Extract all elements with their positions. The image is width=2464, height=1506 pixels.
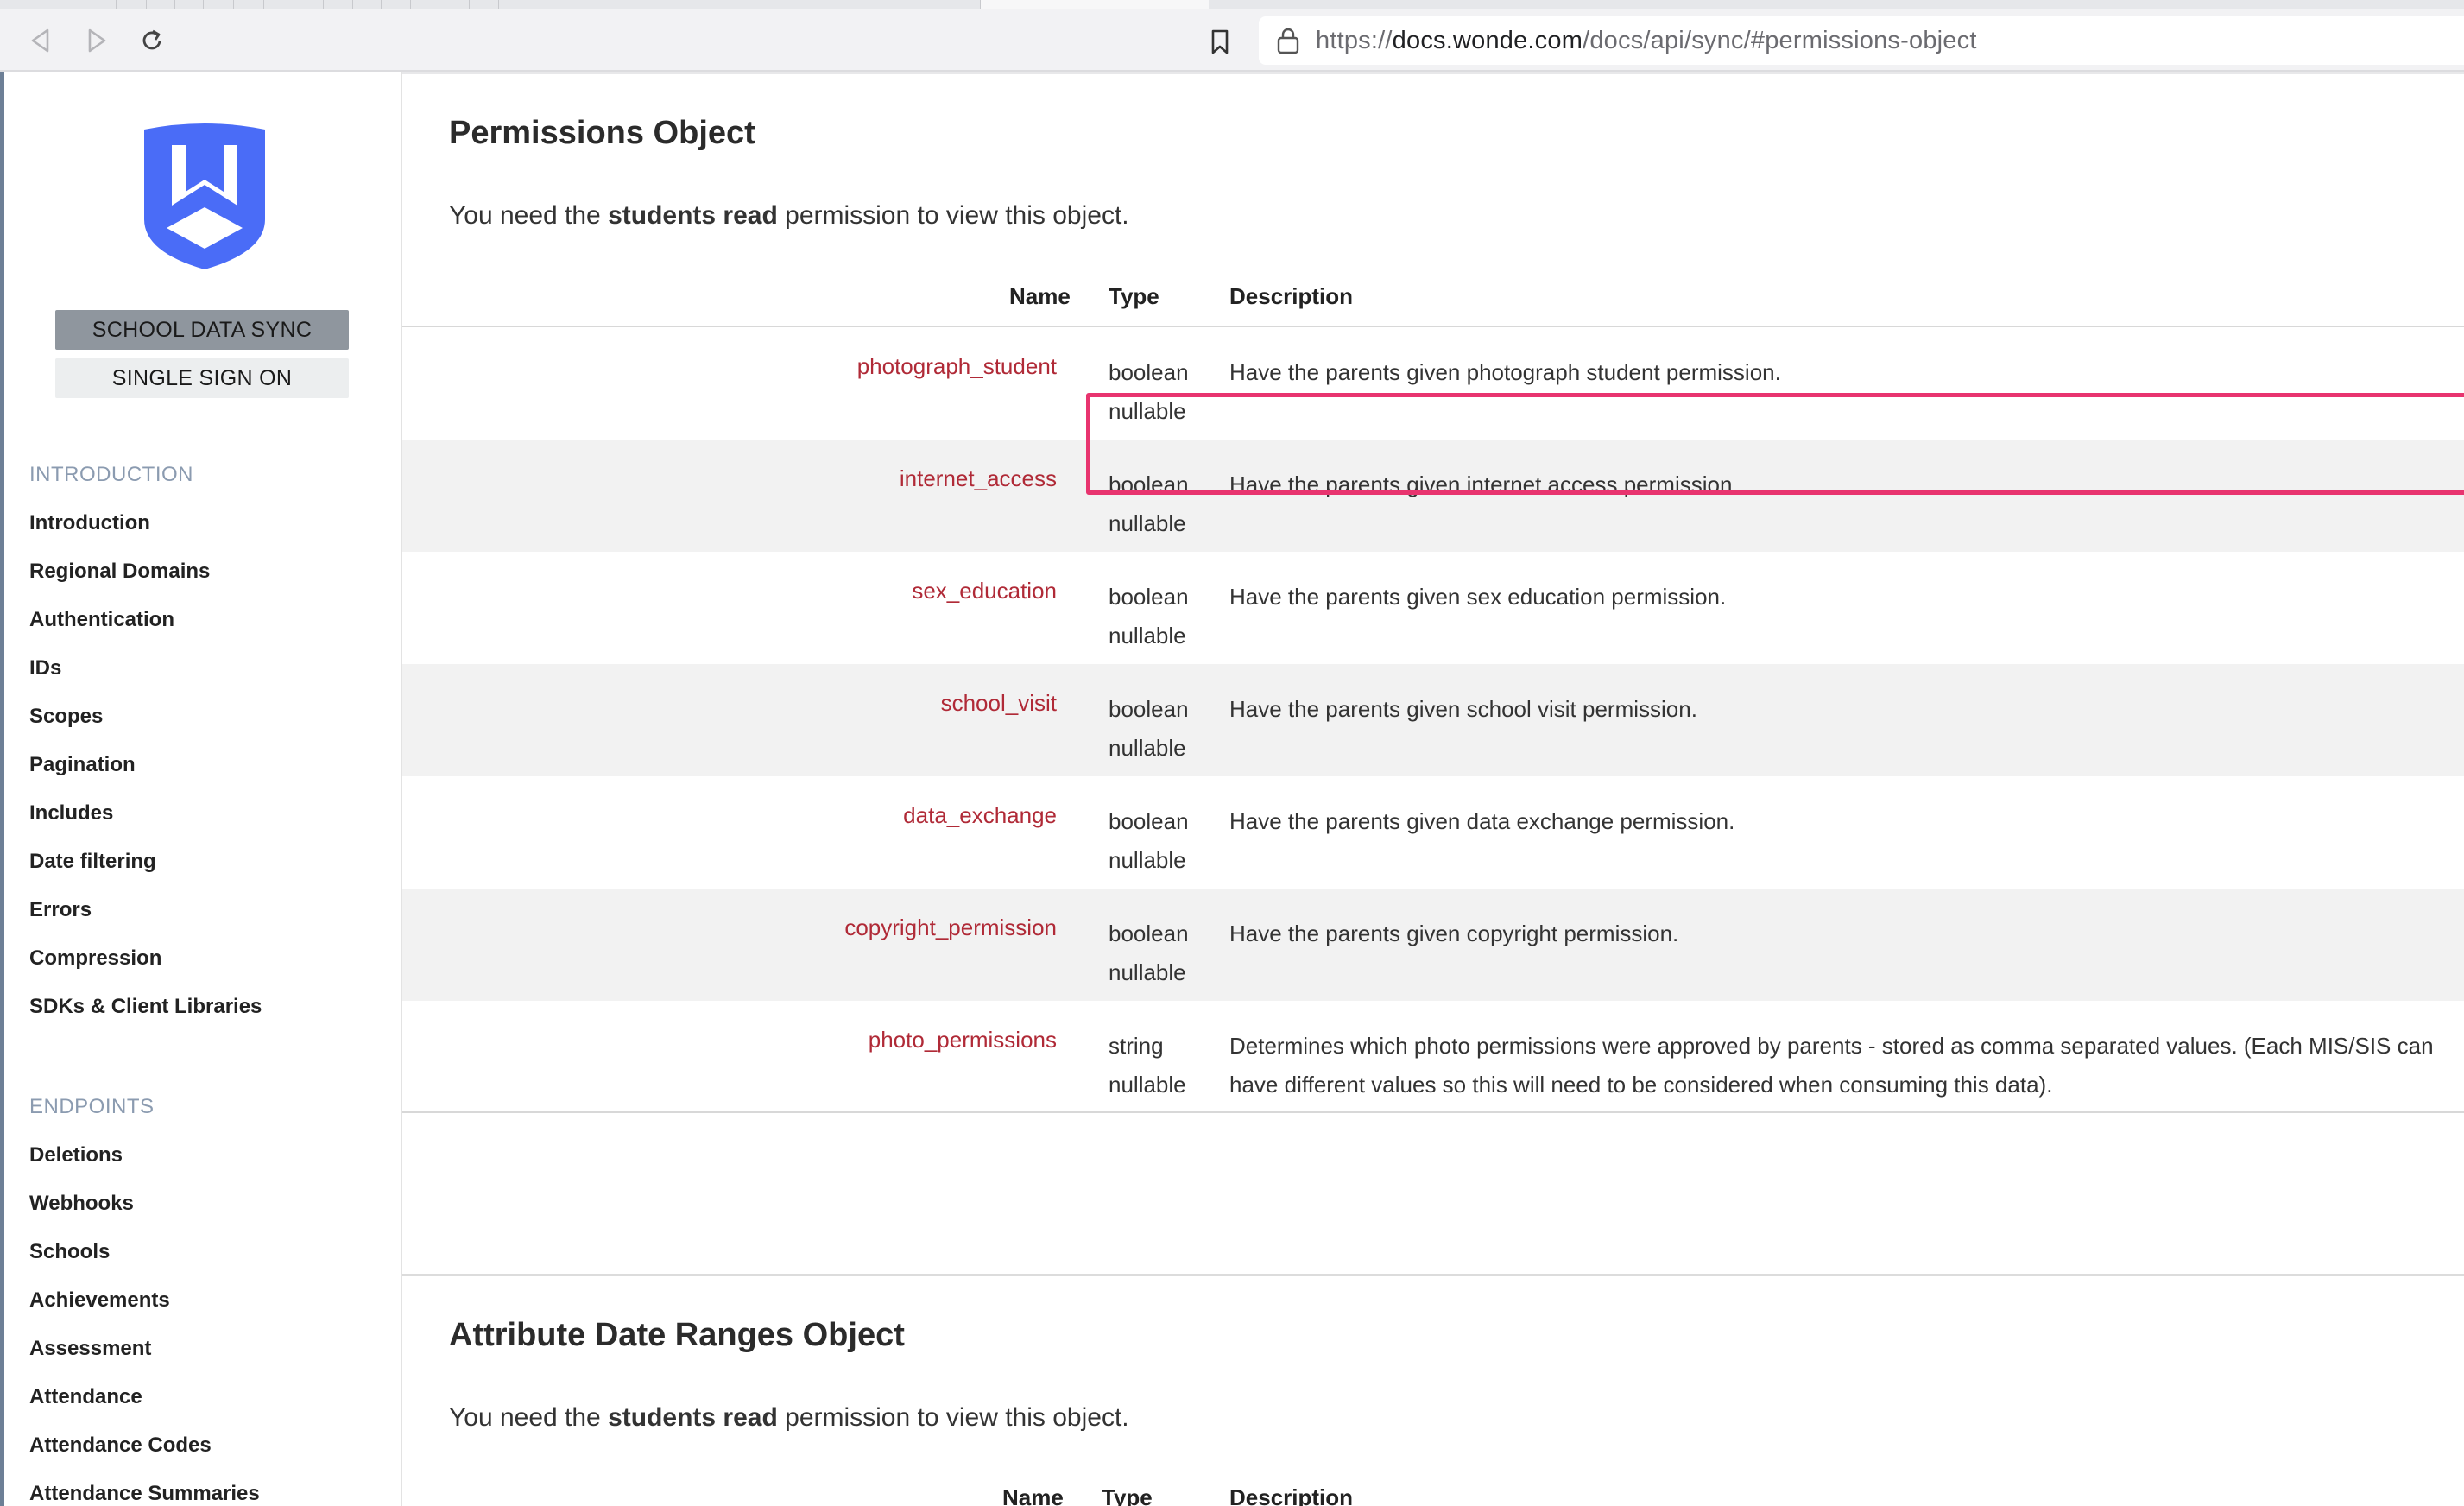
column-header-name: Name	[1009, 283, 1071, 309]
nav-item-webhooks[interactable]: Webhooks	[29, 1192, 134, 1216]
tab[interactable]	[264, 0, 294, 9]
lock-icon	[1277, 28, 1299, 54]
permissions-object-title: Permissions Object	[449, 115, 755, 151]
browser-toolbar: https://docs.wonde.com/docs/api/sync/#pe…	[0, 9, 2464, 72]
table-bottom-divider	[402, 1111, 2464, 1113]
tab[interactable]	[411, 0, 439, 9]
field-name: copyright_permission	[844, 914, 1057, 940]
nav-item-compression[interactable]: Compression	[29, 946, 161, 971]
single-sign-on-button[interactable]: SINGLE SIGN ON	[55, 358, 349, 398]
nav-item-errors[interactable]: Errors	[29, 898, 92, 922]
reload-icon[interactable]	[135, 23, 169, 58]
nav-item-introduction[interactable]: Introduction	[29, 511, 150, 535]
nav-item-assessment[interactable]: Assessment	[29, 1337, 151, 1361]
field-type: boolean nullable	[1109, 584, 1189, 649]
nav-item-ids[interactable]: IDs	[29, 656, 61, 680]
address-bar[interactable]: https://docs.wonde.com/docs/api/sync/#pe…	[1259, 16, 2464, 65]
date-ranges-intro: You need the students read permission to…	[449, 1403, 1129, 1432]
active-tab[interactable]	[981, 0, 1209, 9]
tab[interactable]	[117, 0, 147, 9]
tab[interactable]	[0, 0, 117, 9]
section-heading-endpoints: ENDPOINTS	[29, 1095, 155, 1118]
section-divider	[402, 1274, 2464, 1276]
table-row: copyright_permission boolean nullable Hav…	[402, 889, 2464, 1001]
bookmark-icon[interactable]	[1203, 25, 1237, 60]
tab[interactable]	[204, 0, 234, 9]
field-type: boolean nullable	[1109, 808, 1189, 873]
school-data-sync-button[interactable]: SCHOOL DATA SYNC	[55, 310, 349, 350]
tab[interactable]	[528, 0, 981, 9]
table-row: school_visit boolean nullable Have the pa…	[402, 664, 2464, 776]
main-content: Permissions Object You need the students…	[402, 72, 2464, 1506]
permissions-intro: You need the students read permission to…	[449, 201, 1129, 230]
field-type: string nullable	[1109, 1033, 1186, 1098]
attribute-date-ranges-title: Attribute Date Ranges Object	[449, 1317, 905, 1353]
field-name: internet_access	[899, 465, 1057, 491]
table-row: data_exchange boolean nullable Have the p…	[402, 776, 2464, 889]
column-header-type: Type	[1102, 1484, 1153, 1506]
tab[interactable]	[382, 0, 411, 9]
field-description: Have the parents given sex education per…	[1229, 584, 1727, 610]
nav-item-authentication[interactable]: Authentication	[29, 608, 174, 632]
tab[interactable]	[294, 0, 324, 9]
column-header-description: Description	[1229, 283, 1354, 309]
nav-item-attendance-summaries[interactable]: Attendance Summaries	[29, 1482, 260, 1506]
tab[interactable]	[175, 0, 204, 9]
nav-item-achievements[interactable]: Achievements	[29, 1288, 170, 1313]
nav-item-includes[interactable]: Includes	[29, 801, 113, 826]
table-row: sex_education boolean nullable Have the p…	[402, 552, 2464, 664]
tab[interactable]	[470, 0, 499, 9]
field-description: Have the parents given copyright permiss…	[1229, 921, 1679, 946]
nav-item-attendance-codes[interactable]: Attendance Codes	[29, 1433, 212, 1458]
browser-tab-strip[interactable]	[0, 0, 2464, 9]
field-name: sex_education	[912, 578, 1057, 604]
column-header-type: Type	[1109, 283, 1159, 309]
nav-item-schools[interactable]: Schools	[29, 1240, 110, 1264]
back-icon[interactable]	[23, 23, 58, 58]
wonde-logo-icon[interactable]	[141, 123, 269, 271]
tab[interactable]	[353, 0, 382, 9]
nav-item-deletions[interactable]: Deletions	[29, 1143, 123, 1167]
field-description: Have the parents given data exchange per…	[1229, 808, 1735, 834]
field-description: Have the parents given photograph studen…	[1229, 359, 1781, 385]
divider	[402, 72, 2464, 74]
field-description: Have the parents given school visit perm…	[1229, 696, 1697, 722]
field-name: school_visit	[940, 690, 1057, 716]
column-header-name: Name	[1002, 1484, 1064, 1506]
table-row: photo_permissions string nullable Determi…	[402, 1001, 2464, 1113]
tab[interactable]	[324, 0, 353, 9]
tab[interactable]	[499, 0, 528, 9]
field-name: photograph_student	[856, 353, 1057, 379]
url-text[interactable]: https://docs.wonde.com/docs/api/sync/#pe…	[1316, 27, 1977, 55]
field-description: Determines which photo permissions were …	[1229, 1033, 2434, 1098]
section-heading-introduction: INTRODUCTION	[29, 463, 193, 486]
tab[interactable]	[234, 0, 264, 9]
nav-item-date-filtering[interactable]: Date filtering	[29, 850, 156, 874]
nav-item-regional-domains[interactable]: Regional Domains	[29, 560, 210, 584]
tab[interactable]	[439, 0, 470, 9]
column-header-description: Description	[1229, 1484, 1354, 1506]
tab[interactable]	[147, 0, 175, 9]
nav-item-pagination[interactable]: Pagination	[29, 753, 136, 777]
forward-icon[interactable]	[79, 23, 114, 58]
field-type: boolean nullable	[1109, 921, 1189, 985]
highlight-box	[1086, 393, 2464, 495]
sidebar: SCHOOL DATA SYNC SINGLE SIGN ON INTRODUC…	[4, 72, 402, 1506]
field-type: boolean nullable	[1109, 696, 1189, 761]
nav-item-sdks[interactable]: SDKs & Client Libraries	[29, 995, 262, 1019]
nav-item-attendance[interactable]: Attendance	[29, 1385, 142, 1409]
nav-item-scopes[interactable]: Scopes	[29, 705, 103, 729]
field-name: photo_permissions	[868, 1027, 1057, 1053]
field-name: data_exchange	[903, 802, 1057, 828]
